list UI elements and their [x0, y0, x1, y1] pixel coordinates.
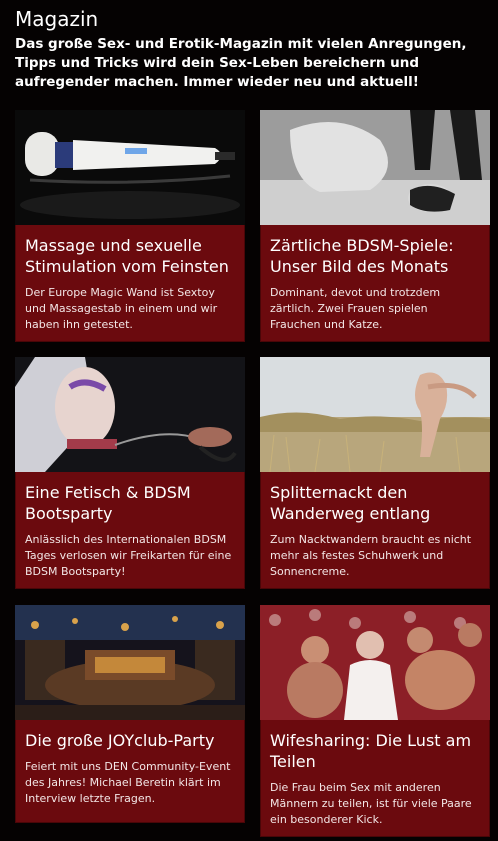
card-title[interactable]: Massage und sexuelle Stimulation vom Fei…: [25, 235, 235, 277]
group-image[interactable]: [260, 605, 490, 720]
article-card-nacktwandern[interactable]: Splitternackt den Wanderweg entlang Zum …: [260, 357, 490, 589]
article-card-wifesharing[interactable]: Wifesharing: Die Lust am Teilen Die Frau…: [260, 605, 490, 837]
magic-wand-photo: [15, 110, 245, 225]
magazine-page: Magazin Das große Sex- und Erotik-Magazi…: [0, 0, 498, 841]
page-intro: Das große Sex- und Erotik-Magazin mit vi…: [15, 36, 467, 90]
card-text: Die Frau beim Sex mit anderen Männern zu…: [270, 781, 472, 826]
article-card-magic-wand[interactable]: Massage und sexuelle Stimulation vom Fei…: [15, 110, 245, 342]
article-card-joyclub-party[interactable]: Die große JOYclub-Party Feiert mit uns D…: [15, 605, 245, 823]
card-text: Dominant, devot und trotzdem zärtlich. Z…: [270, 286, 441, 331]
fetish-collar-image[interactable]: [15, 357, 245, 472]
meadow-image[interactable]: [260, 357, 490, 472]
bdsm-image[interactable]: [260, 110, 490, 225]
card-text: Der Europe Magic Wand ist Sextoy und Mas…: [25, 286, 218, 331]
page-title: Magazin: [15, 7, 99, 31]
card-title[interactable]: Wifesharing: Die Lust am Teilen: [270, 730, 480, 772]
card-text: Zum Nacktwandern braucht es nicht mehr a…: [270, 533, 472, 578]
fetish-collar-photo: [15, 357, 245, 472]
card-text: Anlässlich des Internationalen BDSM Tage…: [25, 533, 232, 578]
card-title[interactable]: Splitternackt den Wanderweg entlang: [270, 482, 480, 524]
article-card-bdsm-games[interactable]: Zärtliche BDSM-Spiele: Unser Bild des Mo…: [260, 110, 490, 342]
article-card-bootsparty[interactable]: Eine Fetisch & BDSM Bootsparty Anlässlic…: [15, 357, 245, 589]
card-text: Feiert mit uns DEN Community-Event des J…: [25, 760, 231, 805]
card-title[interactable]: Zärtliche BDSM-Spiele: Unser Bild des Mo…: [270, 235, 480, 277]
card-title[interactable]: Eine Fetisch & BDSM Bootsparty: [25, 482, 235, 524]
bdsm-photo: [260, 110, 490, 225]
club-venue-image[interactable]: [15, 605, 245, 720]
magic-wand-image[interactable]: [15, 110, 245, 225]
meadow-photo: [260, 357, 490, 472]
club-venue-photo: [15, 605, 245, 720]
card-title[interactable]: Die große JOYclub-Party: [25, 730, 235, 751]
magazine-header: Magazin Das große Sex- und Erotik-Magazi…: [15, 6, 490, 92]
group-photo: [260, 605, 490, 720]
